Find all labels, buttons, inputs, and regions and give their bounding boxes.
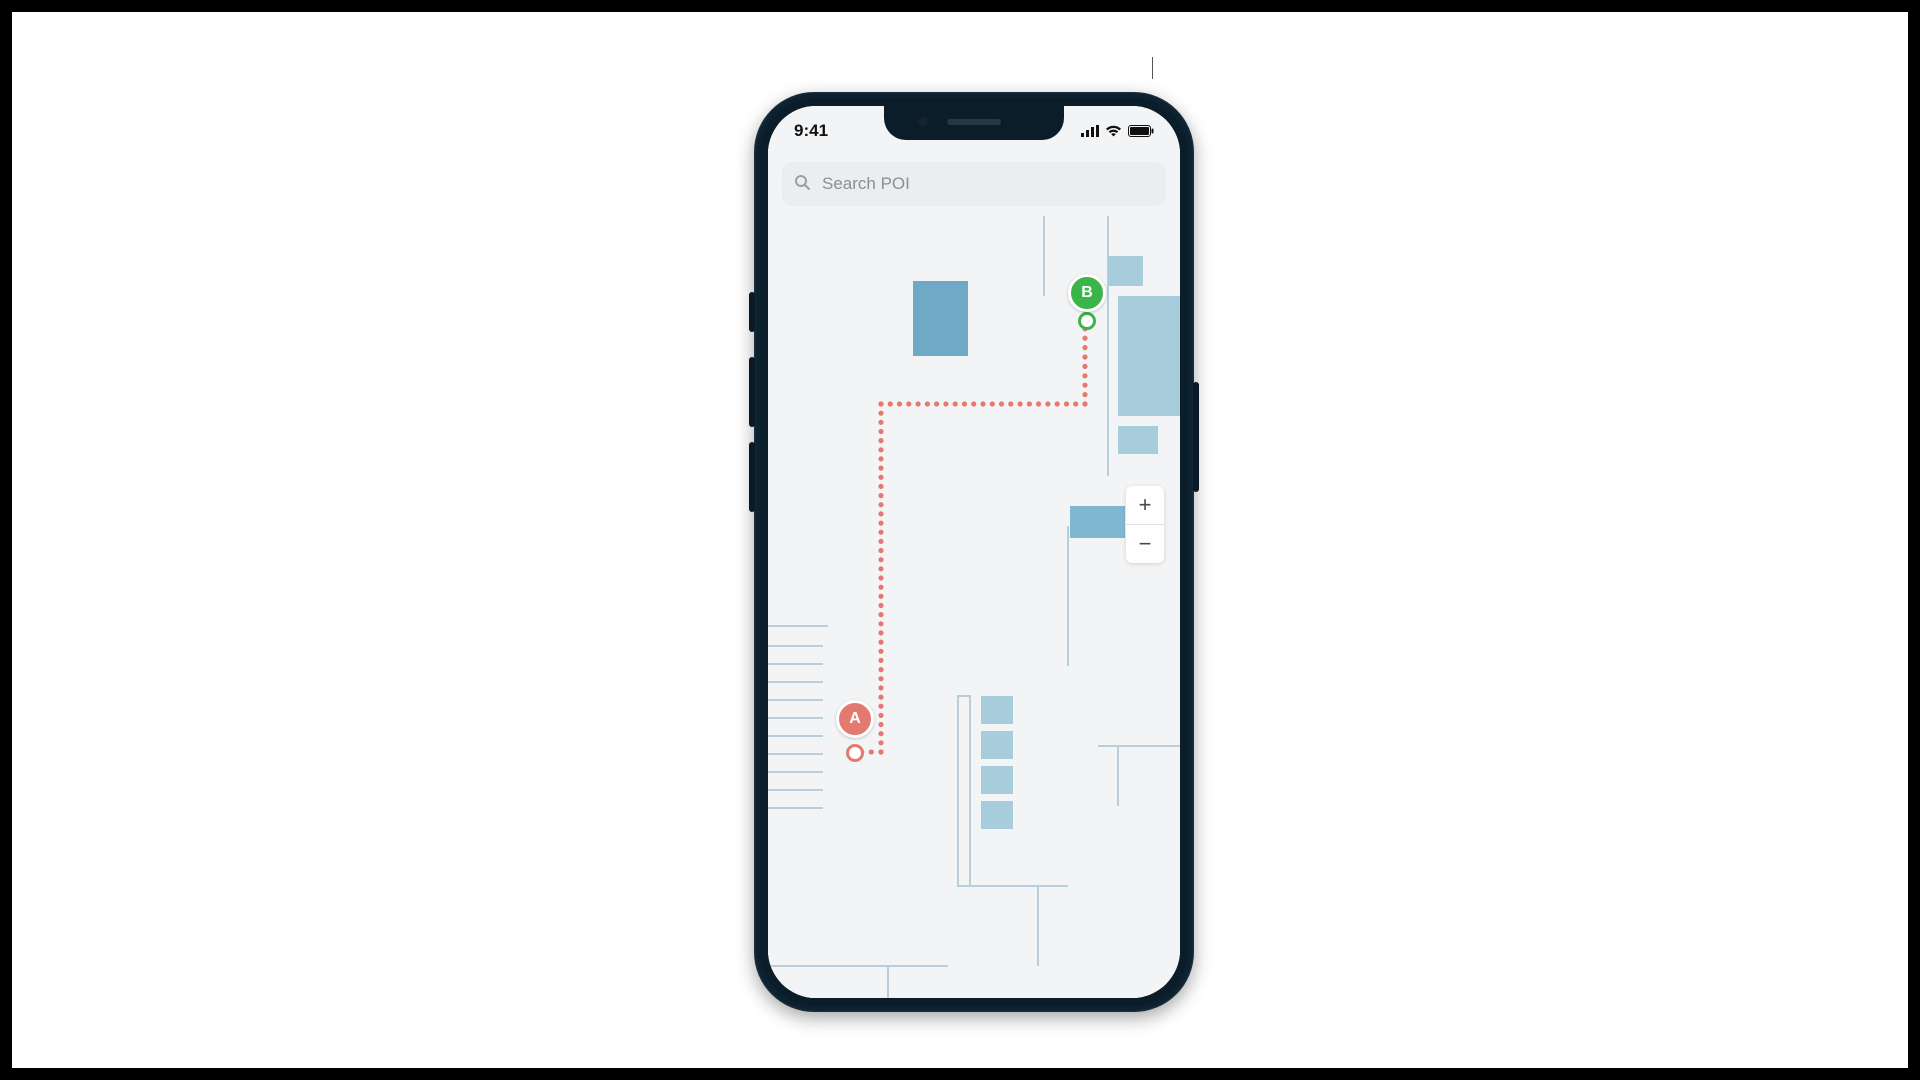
phone-volume-down-button (749, 442, 755, 512)
cellular-signal-icon (1081, 125, 1099, 137)
phone-front-camera (918, 117, 928, 127)
phone-volume-up-button (749, 357, 755, 427)
phone-device-frame: 9:41 (754, 92, 1194, 1012)
zoom-control: + − (1126, 486, 1164, 563)
map-svg (768, 106, 1180, 998)
zoom-out-button[interactable]: − (1126, 524, 1164, 563)
search-icon (794, 174, 810, 195)
phone-mute-switch (749, 292, 755, 332)
marker-a-dot (846, 744, 864, 762)
phone-notch (884, 106, 1064, 140)
stray-cursor-mark (1152, 57, 1153, 79)
marker-b-pin[interactable]: B (1068, 274, 1106, 312)
status-icons-group (1081, 125, 1154, 137)
marker-a-label: A (849, 710, 861, 728)
battery-icon (1128, 125, 1154, 137)
marker-b-dot (1078, 312, 1096, 330)
wifi-icon (1105, 125, 1122, 137)
page-frame: 9:41 (0, 0, 1920, 1080)
phone-speaker (947, 119, 1001, 125)
search-input[interactable] (820, 173, 1154, 195)
search-bar[interactable] (782, 162, 1166, 206)
phone-power-button (1193, 382, 1199, 492)
marker-a-pin[interactable]: A (836, 700, 874, 738)
marker-b-label: B (1081, 284, 1093, 302)
indoor-map[interactable]: + − A B (768, 106, 1180, 998)
status-time: 9:41 (794, 121, 828, 141)
zoom-in-button[interactable]: + (1126, 486, 1164, 524)
phone-screen: 9:41 (768, 106, 1180, 998)
